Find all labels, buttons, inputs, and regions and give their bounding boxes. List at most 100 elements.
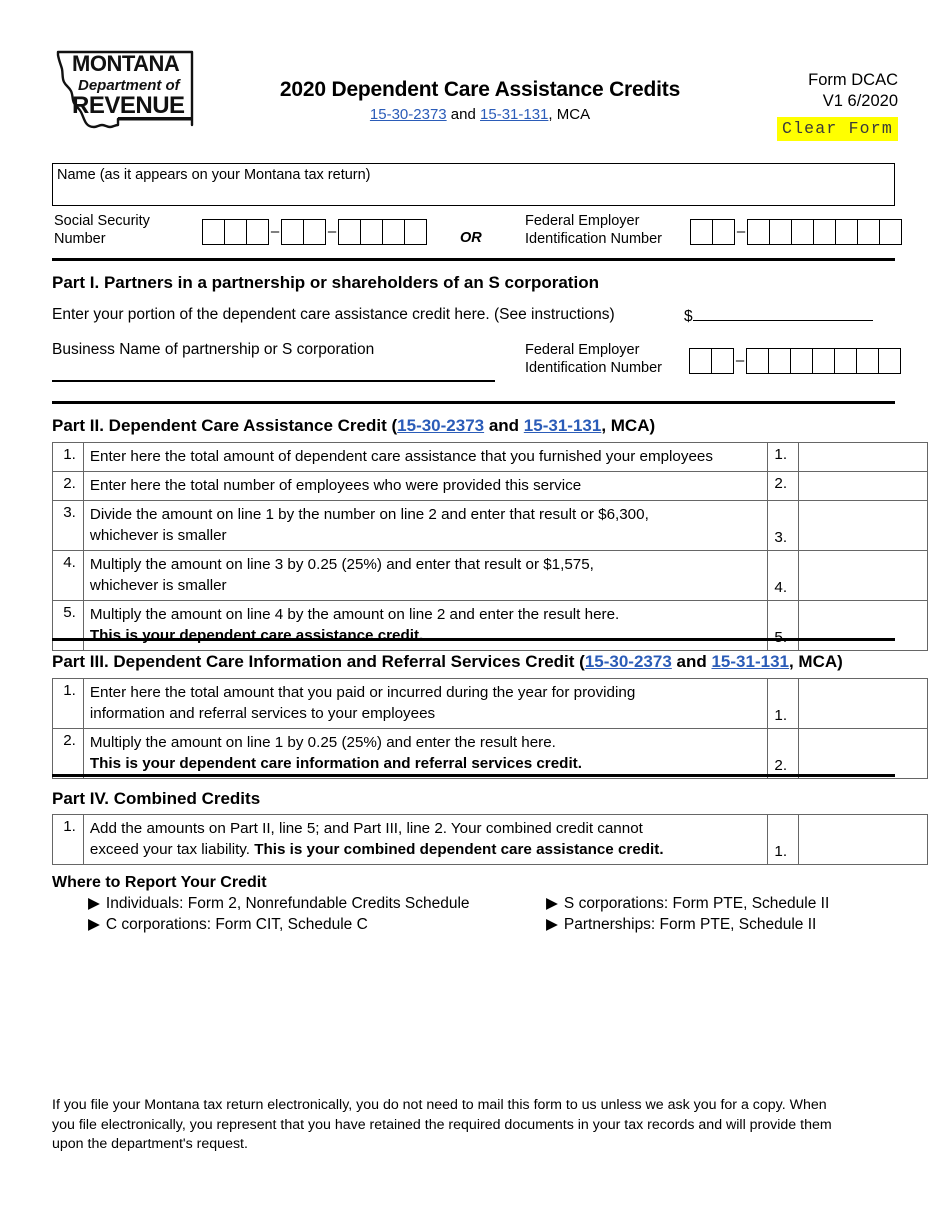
fein-digit[interactable] [689, 348, 711, 374]
line-number-right: 2. [767, 471, 800, 501]
ssn-digit[interactable] [224, 219, 246, 245]
fein-digit[interactable] [879, 219, 901, 245]
fein-digit[interactable] [711, 348, 733, 374]
line-amount-input[interactable] [798, 814, 928, 865]
statute-link-15-30-2373[interactable]: 15-30-2373 [370, 106, 447, 123]
fein-digit[interactable] [813, 219, 835, 245]
part-4-table: 1. Add the amounts on Part II, line 5; an… [52, 814, 928, 865]
table-row: 2. Enter here the total number of employe… [52, 471, 928, 501]
page-title: 2020 Dependent Care Assistance Credits [279, 78, 681, 101]
fein-group-2[interactable] [747, 219, 902, 245]
taxpayer-id-row: Social Security Number – – OR Federal Em… [52, 212, 902, 254]
fein-digit[interactable] [812, 348, 834, 374]
arrow-icon: ▶ [546, 895, 558, 912]
fein-digit[interactable] [746, 348, 768, 374]
part-2-heading-mid: and [484, 416, 524, 435]
fein-digit[interactable] [768, 348, 790, 374]
where-to-report-item-partnerships: ▶ Partnerships: Form PTE, Schedule II [546, 915, 816, 934]
line-amount-input[interactable] [798, 678, 928, 729]
ssn-digit[interactable] [281, 219, 303, 245]
line-amount-input[interactable] [798, 442, 928, 472]
line-description-text: Add the amounts on Part II, line 5; and … [89, 820, 643, 837]
fein-digit[interactable] [769, 219, 791, 245]
line-number: 3. [52, 500, 84, 551]
line-number: 5. [52, 600, 84, 651]
ssn-digit[interactable] [382, 219, 404, 245]
line-description-text-2: exceed your tax liability. This is your … [90, 839, 763, 860]
fein-digit[interactable] [834, 348, 856, 374]
part-1-amount-line[interactable] [692, 306, 873, 321]
part-3-statute-link-1[interactable]: 15-30-2373 [585, 652, 672, 671]
ssn-digit[interactable] [360, 219, 382, 245]
part-2-statute-link-2[interactable]: 15-31-131 [524, 416, 602, 435]
fein-digit[interactable] [791, 219, 813, 245]
line-number-right: 1. [767, 442, 800, 472]
table-row: 1. Enter here the total amount of depende… [52, 442, 928, 472]
line-description-text-2: This is your dependent care assistance c… [89, 627, 424, 644]
clear-form-button[interactable]: Clear Form [776, 117, 898, 141]
ssn-digit[interactable] [202, 219, 224, 245]
fein-input[interactable]: – [690, 219, 902, 245]
fein-digit[interactable] [878, 348, 900, 374]
line-description-text: Multiply the amount on line 1 by 0.25 (2… [89, 734, 556, 751]
part-3-paren-open: ( [574, 652, 585, 671]
line-description: Multiply the amount on line 1 by 0.25 (2… [82, 728, 769, 779]
montana-state-outline-icon: MONTANA Department of REVENUE [56, 50, 194, 129]
line-number: 1. [52, 814, 84, 865]
fein-group-1[interactable] [690, 219, 735, 245]
fein-digit[interactable] [790, 348, 812, 374]
part-2-statute-link-1[interactable]: 15-30-2373 [397, 416, 484, 435]
line-number-right: 2. [767, 728, 800, 779]
line-description: Enter here the total amount that you pai… [82, 678, 769, 729]
part-2-table: 1. Enter here the total amount of depende… [52, 442, 928, 651]
name-field-box[interactable]: Name (as it appears on your Montana tax … [52, 163, 895, 206]
where-to-report-label: S corporations: Form PTE, Schedule II [563, 895, 830, 912]
part-1-fein-group-1[interactable] [689, 348, 734, 374]
part-2-paren-open: ( [386, 416, 398, 435]
line-amount-input[interactable] [798, 728, 928, 779]
ssn-digit[interactable] [246, 219, 268, 245]
where-to-report-item-c-corporations: ▶ C corporations: Form CIT, Schedule C [88, 915, 368, 934]
line-amount-input[interactable] [798, 500, 928, 551]
form-number: Form DCAC [808, 71, 898, 89]
line-amount-input[interactable] [798, 550, 928, 601]
fein-digit[interactable] [747, 219, 769, 245]
where-to-report-label: C corporations: Form CIT, Schedule C [105, 916, 368, 933]
ssn-digit[interactable] [404, 219, 426, 245]
part-1-business-name-input[interactable] [52, 380, 495, 382]
fein-digit[interactable] [690, 219, 712, 245]
table-row: 1. Enter here the total amount that you p… [52, 678, 928, 729]
line-amount-input[interactable] [798, 471, 928, 501]
footer-note: If you file your Montana tax return elec… [52, 1097, 832, 1152]
part-1-fein-input[interactable]: – [689, 348, 901, 374]
ssn-input[interactable]: – – [202, 219, 427, 245]
ssn-group-1[interactable] [202, 219, 269, 245]
ssn-group-3[interactable] [338, 219, 427, 245]
fein-digit[interactable] [856, 348, 878, 374]
ssn-digit[interactable] [303, 219, 325, 245]
ssn-group-2[interactable] [281, 219, 326, 245]
line-number-right: 4. [767, 550, 800, 601]
line-description-text-2b: This is your combined dependent care ass… [254, 841, 664, 858]
statute-link-15-31-131[interactable]: 15-31-131 [480, 106, 548, 123]
part-3-table: 1. Enter here the total amount that you p… [52, 678, 928, 779]
line-amount-input[interactable] [798, 600, 928, 651]
line-description-text-2: This is your dependent care information … [89, 755, 582, 772]
part-3-statute-link-2[interactable]: 15-31-131 [711, 652, 789, 671]
line-number: 2. [52, 471, 84, 501]
fein-digit[interactable] [712, 219, 734, 245]
line-description: Enter here the total amount of dependent… [82, 442, 769, 472]
part-2-heading-tail: , MCA) [601, 416, 656, 435]
where-to-report-item-individuals: ▶ Individuals: Form 2, Nonrefundable Cred… [88, 894, 470, 913]
title-block: 2020 Dependent Care Assistance Credits 1… [230, 78, 730, 123]
part-1-fein-group-2[interactable] [746, 348, 901, 374]
line-description-text: Multiply the amount on line 4 by the amo… [89, 606, 620, 623]
fein-digit[interactable] [835, 219, 857, 245]
part-1-amount-field[interactable]: $ [684, 306, 873, 326]
fein-digit[interactable] [857, 219, 879, 245]
name-field-label: Name (as it appears on your Montana tax … [57, 167, 371, 183]
part-3-heading-mid: and [671, 652, 712, 671]
arrow-icon: ▶ [546, 916, 558, 933]
ssn-digit[interactable] [338, 219, 360, 245]
line-description-text-2: whichever is smaller [89, 577, 227, 594]
